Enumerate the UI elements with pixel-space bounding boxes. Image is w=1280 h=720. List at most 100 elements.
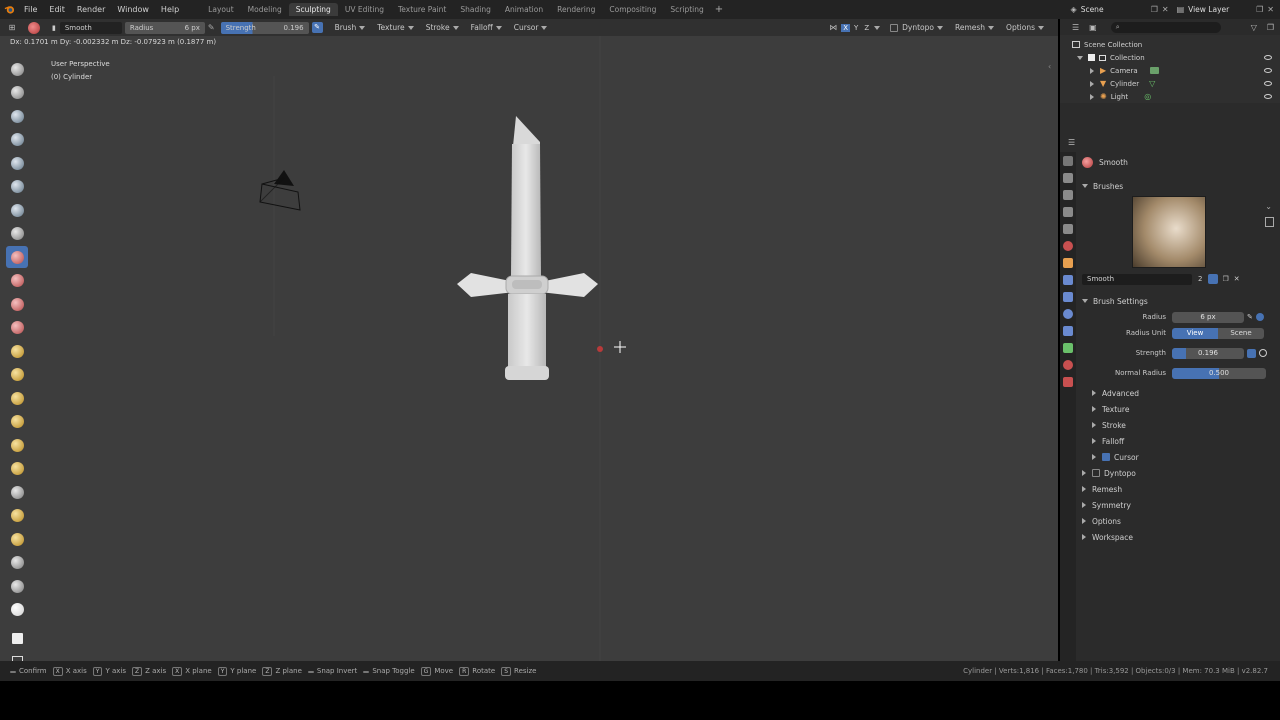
radius-unit-scene[interactable]: Scene — [1218, 327, 1264, 339]
options-panel[interactable]: Options — [1082, 513, 1280, 529]
outliner-scene-collection[interactable]: Scene Collection — [1060, 38, 1280, 51]
tool-draw[interactable] — [6, 58, 28, 80]
radius-pressure-icon[interactable]: ✎ — [1247, 313, 1253, 321]
expand-icon[interactable] — [1077, 55, 1083, 60]
tool-cloth[interactable] — [6, 552, 28, 574]
remesh-dropdown[interactable]: Remesh — [949, 23, 1000, 32]
tool-tab-icon[interactable] — [1063, 156, 1073, 166]
duplicate-brush-icon[interactable]: ❐ — [1222, 275, 1228, 283]
symmetry-panel[interactable]: Symmetry — [1082, 497, 1280, 513]
remesh-panel[interactable]: Remesh — [1082, 481, 1280, 497]
tab-shading[interactable]: Shading — [453, 3, 497, 16]
axis-z-toggle[interactable]: Z — [862, 24, 871, 32]
scene-copy-icon[interactable]: ❐ — [1151, 5, 1158, 14]
tab-rendering[interactable]: Rendering — [550, 3, 602, 16]
stroke-dropdown[interactable]: Stroke — [420, 23, 465, 32]
axis-x-toggle[interactable]: X — [841, 23, 851, 32]
outliner-editor-icon[interactable]: ☰ — [1072, 23, 1079, 32]
tab-uv-editing[interactable]: UV Editing — [338, 3, 391, 16]
view-layer-icon[interactable]: ▤ — [1177, 5, 1185, 14]
tool-scrape[interactable] — [6, 317, 28, 339]
brush-preview-thumbnail[interactable] — [1132, 196, 1206, 268]
strength-pressure-icon[interactable]: ✎ — [311, 22, 323, 33]
unlink-brush-icon[interactable]: ✕ — [1234, 275, 1240, 283]
material-tab-icon[interactable] — [1063, 360, 1073, 370]
3d-viewport[interactable] — [0, 36, 1058, 661]
dyntopo-checkbox[interactable] — [1092, 469, 1100, 477]
tool-thumb[interactable] — [6, 411, 28, 433]
visibility-eye-icon[interactable] — [1264, 94, 1272, 99]
new-collection-icon[interactable]: ❐ — [1267, 23, 1274, 32]
tab-scripting[interactable]: Scripting — [663, 3, 710, 16]
brush-icon[interactable] — [28, 21, 40, 34]
radius-pressure-icon[interactable]: ✎ — [208, 23, 215, 32]
expand-icon[interactable] — [1090, 80, 1094, 87]
brush-pin-icon[interactable]: ⌄ — [1265, 202, 1272, 211]
world-tab-icon[interactable] — [1063, 241, 1073, 251]
texture-subpanel[interactable]: Texture — [1092, 401, 1280, 417]
falloff-dropdown[interactable]: Falloff — [465, 23, 508, 32]
menu-file[interactable]: File — [18, 5, 43, 14]
advanced-subpanel[interactable]: Advanced — [1092, 385, 1280, 401]
brush-name-field[interactable]: Smooth — [1082, 273, 1192, 285]
tool-mesh-filter[interactable] — [6, 599, 28, 621]
outliner-search-input[interactable]: ⌕ — [1110, 21, 1221, 33]
view-layer-close-icon[interactable]: ✕ — [1267, 5, 1274, 14]
brush-settings-header[interactable]: Brush Settings — [1082, 293, 1280, 309]
output-tab-icon[interactable] — [1063, 190, 1073, 200]
add-workspace-icon[interactable]: + — [711, 4, 727, 15]
data-tab-icon[interactable] — [1063, 343, 1073, 353]
tool-layer[interactable] — [6, 152, 28, 174]
cursor-subpanel[interactable]: Cursor — [1092, 449, 1280, 465]
falloff-subpanel[interactable]: Falloff — [1092, 433, 1280, 449]
scene-close-icon[interactable]: ✕ — [1162, 5, 1169, 14]
stroke-subpanel[interactable]: Stroke — [1092, 417, 1280, 433]
dyntopo-checkbox[interactable] — [890, 23, 899, 32]
expand-icon[interactable] — [1090, 93, 1094, 100]
editor-type-icon[interactable]: ⊞ — [0, 23, 24, 32]
tool-pinch[interactable] — [6, 340, 28, 362]
properties-editor-icon[interactable]: ☰ — [1068, 138, 1075, 147]
tab-layout[interactable]: Layout — [201, 3, 241, 16]
brush-fake-user-icon[interactable]: ▮ — [52, 24, 56, 32]
camera-object[interactable] — [259, 170, 301, 211]
filter-icon[interactable]: ▽ — [1251, 23, 1257, 32]
brush-dropdown[interactable]: Brush — [329, 23, 372, 32]
texture-tab-icon[interactable] — [1063, 377, 1073, 387]
brushes-panel-header[interactable]: Brushes — [1082, 178, 1280, 194]
tool-box-mask[interactable] — [6, 627, 28, 649]
tool-snake-hook[interactable] — [6, 387, 28, 409]
strength-field[interactable]: Strength 0.196 — [220, 21, 309, 34]
outliner-item-light[interactable]: ✺ Light ◎ — [1060, 90, 1280, 103]
render-tab-icon[interactable] — [1063, 173, 1073, 183]
tab-texture-paint[interactable]: Texture Paint — [391, 3, 453, 16]
tool-multires[interactable] — [6, 575, 28, 597]
viewport-collapse-icon[interactable]: ‹ — [1048, 62, 1051, 71]
radius-slider[interactable]: 6 px — [1172, 311, 1244, 323]
tool-rotate[interactable] — [6, 458, 28, 480]
dyntopo-panel[interactable]: Dyntopo — [1082, 465, 1280, 481]
radius-unit-view[interactable]: View — [1172, 327, 1218, 339]
object-tab-icon[interactable] — [1063, 258, 1073, 268]
expand-icon[interactable] — [1090, 67, 1094, 74]
tool-nudge[interactable] — [6, 434, 28, 456]
menu-edit[interactable]: Edit — [43, 5, 71, 14]
collection-checkbox[interactable] — [1088, 54, 1095, 61]
strength-slider[interactable]: 0.196 — [1172, 347, 1244, 359]
tool-fill[interactable] — [6, 293, 28, 315]
tool-elastic[interactable] — [6, 481, 28, 503]
scene-field[interactable]: Scene — [1081, 5, 1151, 14]
scene-icon[interactable]: ◈ — [1071, 5, 1077, 14]
cursor-checkbox[interactable] — [1102, 453, 1110, 461]
brush-browse-icon[interactable] — [1265, 217, 1274, 227]
tool-clay-strips[interactable] — [6, 129, 28, 151]
strength-lock-icon[interactable] — [1259, 349, 1267, 357]
tool-mask[interactable] — [6, 505, 28, 527]
outliner-collection[interactable]: Collection — [1060, 51, 1280, 64]
tool-simplify[interactable] — [6, 528, 28, 550]
sword-mesh[interactable] — [457, 116, 598, 380]
dyntopo-dropdown[interactable]: Dyntopo — [902, 23, 949, 32]
texture-dropdown[interactable]: Texture — [371, 23, 419, 32]
blender-logo-icon[interactable] — [0, 0, 18, 19]
fake-user-shield-icon[interactable] — [1208, 274, 1219, 284]
